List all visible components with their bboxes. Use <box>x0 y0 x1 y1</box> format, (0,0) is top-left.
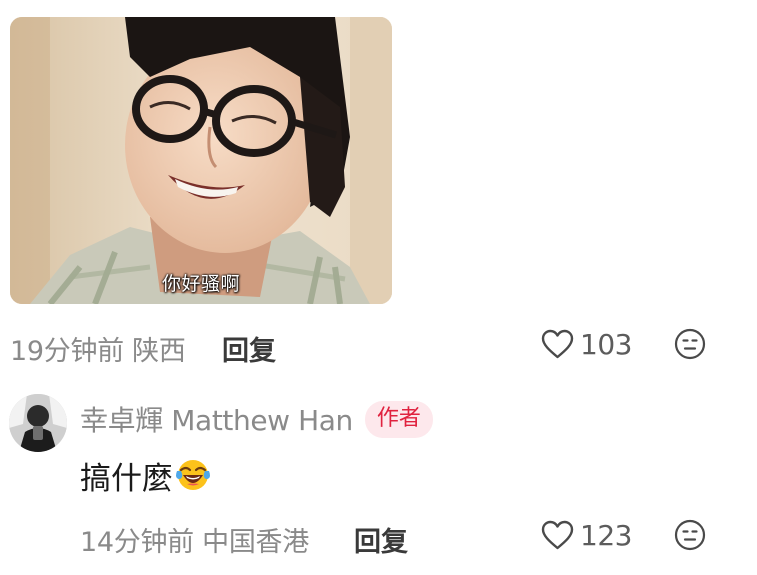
like-button[interactable]: 123 <box>541 517 632 553</box>
meh-face-icon[interactable] <box>674 519 706 551</box>
reply-time-location: 14分钟前 中国香港 <box>80 527 309 558</box>
like-count: 123 <box>580 518 632 552</box>
reply-text: 搞什麼 <box>80 454 211 497</box>
meme-caption: 你好骚啊 <box>161 273 240 295</box>
tears-of-joy-emoji-icon <box>175 457 211 493</box>
meme-photo <box>10 17 392 304</box>
avatar[interactable] <box>9 394 67 452</box>
heart-outline-icon <box>541 329 574 359</box>
heart-outline-icon <box>541 520 574 550</box>
like-count: 103 <box>580 327 632 361</box>
reply-button[interactable]: 回复 <box>222 329 276 368</box>
author-badge: 作者 <box>364 400 433 438</box>
comment-meta-row: 19分钟前 陕西 回复 103 <box>0 322 757 367</box>
reply-text-content: 搞什麼 <box>80 460 173 497</box>
reply-button[interactable]: 回复 <box>354 520 408 559</box>
comment-time-location: 19分钟前 陕西 <box>10 336 186 367</box>
reply-author-line: 幸卓輝 Matthew Han 作者 <box>80 398 433 440</box>
author-name[interactable]: 幸卓輝 Matthew Han <box>80 399 353 439</box>
like-button[interactable]: 103 <box>541 326 632 362</box>
reply-meta-row: 14分钟前 中国香港 回复 123 <box>0 513 757 558</box>
meh-face-icon[interactable] <box>674 328 706 360</box>
comment-image[interactable]: 你好骚啊 <box>10 17 392 304</box>
